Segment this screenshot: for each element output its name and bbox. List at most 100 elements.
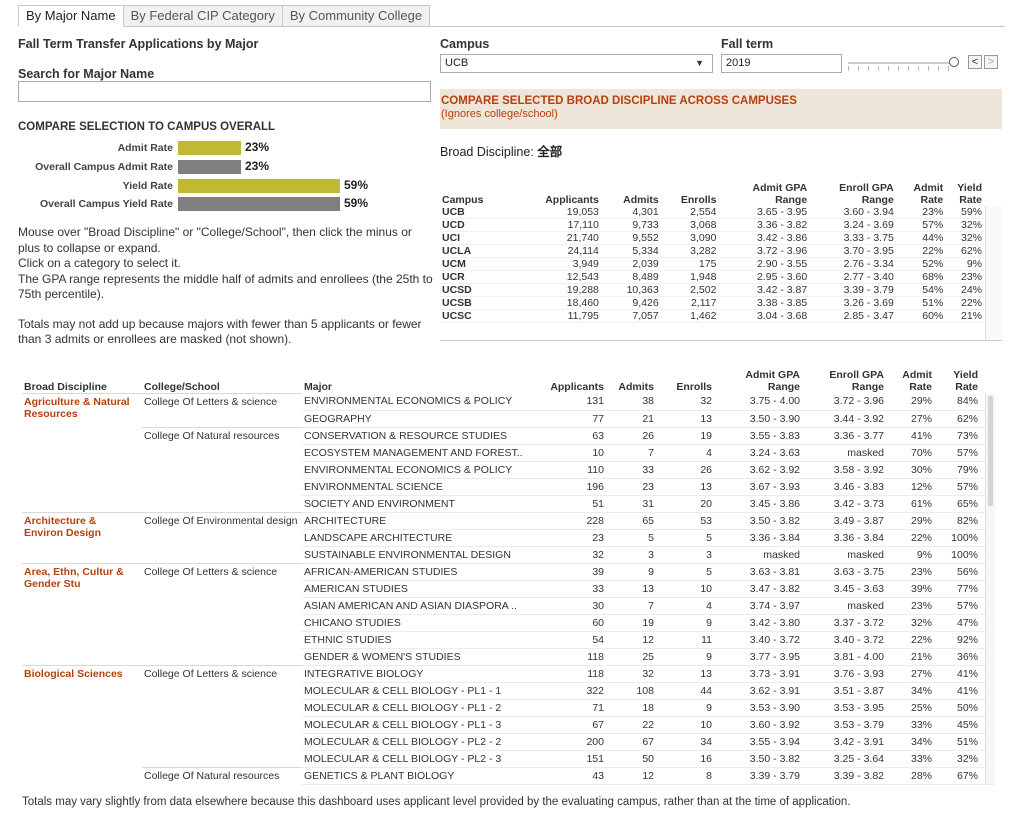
- broad-discipline-cell[interactable]: Area, Ethn, Cultur & Gender Stu: [22, 562, 142, 665]
- fall-term-value: 2019: [726, 57, 751, 69]
- cell-major: AFRICAN-AMERICAN STUDIES: [302, 563, 534, 581]
- campus-cell-enrolls: 2,554: [662, 206, 721, 219]
- cell-enroll-gpa: 3.44 - 3.92: [804, 410, 888, 428]
- table-row[interactable]: Area, Ethn, Cultur & Gender Stu College O…: [22, 562, 994, 665]
- campus-row[interactable]: UCR 12,543 8,489 1,948 2.95 - 3.60 2.77 - 3.4…: [440, 270, 1002, 284]
- cell-admits: 38: [608, 393, 658, 411]
- term-slider-track[interactable]: [848, 62, 954, 64]
- major-table-container: Broad Discipline College/School Major Ap…: [22, 366, 994, 785]
- campus-cell-admit-gpa: 2.90 - 3.55: [720, 257, 812, 271]
- next-term-button[interactable]: >: [984, 55, 998, 69]
- tab-by-major-name[interactable]: By Major Name: [18, 5, 124, 27]
- cell-admit-rate: 30%: [888, 461, 936, 479]
- cell-enroll-gpa: masked: [804, 444, 888, 462]
- campus-cell-enroll-gpa: 3.60 - 3.94: [811, 206, 898, 219]
- campus-cell-campus: UCM: [440, 257, 506, 271]
- campus-row[interactable]: UCD 17,110 9,733 3,068 3.36 - 3.82 3.24 - 3.6…: [440, 218, 1002, 232]
- campus-cell-enroll-gpa: 3.33 - 3.75: [811, 231, 898, 245]
- chevron-left-icon: <: [971, 56, 979, 68]
- broad-discipline-filter[interactable]: Broad Discipline: 全部: [440, 141, 562, 160]
- campus-cell-campus: UCSD: [440, 283, 506, 297]
- campus-row[interactable]: UCB 19,053 4,301 2,554 3.65 - 3.95 3.60 - 3.9…: [440, 206, 1002, 219]
- yield-rate-value: 59%: [344, 178, 369, 192]
- chevron-down-icon: ▼: [695, 58, 704, 68]
- prev-term-button[interactable]: <: [968, 55, 982, 69]
- campus-cell-applicants: 12,543: [505, 270, 603, 284]
- tab-by-community-college[interactable]: By Community College: [282, 5, 431, 27]
- campus-row[interactable]: UCI 21,740 9,552 3,090 3.42 - 3.86 3.33 - 3.7…: [440, 231, 1002, 245]
- college-school-cell[interactable]: College Of Environmental design: [142, 511, 302, 563]
- cell-admits: 108: [608, 682, 658, 700]
- campus-row[interactable]: UCSC 11,795 7,057 1,462 3.04 - 3.68 2.85 - 3.…: [440, 309, 1002, 323]
- note-mouse-over: Mouse over "Broad Discipline" or "Colleg…: [18, 225, 412, 255]
- cell-admit-rate: 29%: [888, 393, 936, 411]
- scrollbar-thumb[interactable]: [988, 396, 993, 506]
- cell-enrolls: 53: [658, 512, 716, 530]
- broad-discipline-cell[interactable]: Agriculture & Natural Resources: [22, 392, 142, 512]
- cell-enrolls: 13: [658, 665, 716, 683]
- cell-enroll-gpa: 3.58 - 3.92: [804, 461, 888, 479]
- broad-discipline-cell[interactable]: Architecture & Environ Design: [22, 511, 142, 563]
- major-table: Broad Discipline College/School Major Ap…: [22, 366, 994, 785]
- campus-table-scrollbar[interactable]: [985, 206, 1002, 340]
- table-row[interactable]: Agriculture & Natural Resources College O…: [22, 392, 994, 512]
- cell-applicants: 131: [534, 393, 608, 411]
- major-table-scrollbar[interactable]: [985, 394, 995, 784]
- table-row[interactable]: College Of Natural resources GENETICS & P…: [22, 766, 994, 785]
- cell-admits: 25: [608, 648, 658, 666]
- broad-discipline-cell[interactable]: Biological Sciences: [22, 664, 142, 784]
- cell-enrolls: 26: [658, 461, 716, 479]
- campus-cell-admit-gpa: 3.04 - 3.68: [720, 309, 812, 323]
- campus-cell-applicants: 11,795: [505, 309, 603, 323]
- cell-enrolls: 4: [658, 597, 716, 615]
- campus-cell-admit-gpa: 3.42 - 3.86: [720, 231, 812, 245]
- campus-row[interactable]: UCSD 19,288 10,363 2,502 3.42 - 3.87 3.39 - 3…: [440, 283, 1002, 297]
- campus-cell-admit-rate: 22%: [897, 244, 948, 258]
- cell-applicants: 30: [534, 597, 608, 615]
- campus-row[interactable]: UCLA 24,114 5,334 3,282 3.72 - 3.96 3.70 - 3.…: [440, 244, 1002, 258]
- compare-selection-title: COMPARE SELECTION TO CAMPUS OVERALL: [18, 121, 276, 133]
- cell-major: GEOGRAPHY: [302, 410, 534, 428]
- campus-cell-campus: UCSB: [440, 296, 506, 310]
- table-row[interactable]: College Of Natural resources CONSERVATION…: [22, 426, 994, 512]
- cell-admit-rate: 39%: [888, 580, 936, 598]
- college-school-cell[interactable]: College Of Letters & science: [142, 392, 302, 427]
- campus-select[interactable]: UCB ▼: [440, 54, 713, 73]
- college-school-cell[interactable]: College Of Natural resources: [142, 426, 302, 512]
- campus-cell-campus: UCSC: [440, 309, 506, 323]
- fall-term-field[interactable]: 2019: [721, 54, 842, 73]
- campus-cell-admits: 8,489: [602, 270, 663, 284]
- campus-cell-admit-gpa: 3.72 - 3.96: [720, 244, 812, 258]
- cell-admits: 7: [608, 597, 658, 615]
- table-row[interactable]: Biological Sciences College Of Letters & …: [22, 664, 994, 784]
- college-school-cell[interactable]: College Of Letters & science: [142, 664, 302, 767]
- campus-cell-campus: UCD: [440, 218, 506, 232]
- cell-enrolls: 32: [658, 393, 716, 411]
- table-row[interactable]: Architecture & Environ Design College Of …: [22, 511, 994, 563]
- term-slider-handle[interactable]: [949, 57, 959, 67]
- campus-row[interactable]: UCSB 18,460 9,426 2,117 3.38 - 3.85 3.26 - 3.…: [440, 296, 1002, 310]
- cell-major: ENVIRONMENTAL SCIENCE: [302, 478, 534, 496]
- cell-major: ECOSYSTEM MANAGEMENT AND FOREST..: [302, 444, 534, 462]
- admit-gpa-range-header: Admit GPA Range: [745, 369, 800, 393]
- cell-admits: 22: [608, 716, 658, 734]
- cell-admit-rate: 23%: [888, 563, 936, 581]
- campus-cell-enroll-gpa: 3.24 - 3.69: [811, 218, 898, 232]
- cell-enrolls: 13: [658, 410, 716, 428]
- college-school-cell[interactable]: College Of Letters & science: [142, 562, 302, 665]
- campus-cell-admit-gpa: 3.42 - 3.87: [720, 283, 812, 297]
- cell-major: ENVIRONMENTAL ECONOMICS & POLICY: [302, 461, 534, 479]
- college-school-cell[interactable]: College Of Natural resources: [142, 766, 302, 784]
- overall-admit-rate-bar: [178, 160, 241, 174]
- campus-row[interactable]: UCM 3,949 2,039 175 2.90 - 3.55 2.76 - 3.34 52…: [440, 257, 1002, 271]
- cell-enrolls: 10: [658, 580, 716, 598]
- cell-applicants: 200: [534, 733, 608, 751]
- tab-by-federal-cip-category[interactable]: By Federal CIP Category: [123, 5, 283, 27]
- cell-major: GENDER & WOMEN'S STUDIES: [302, 648, 534, 666]
- cell-admit-rate: 27%: [888, 410, 936, 428]
- search-input[interactable]: [18, 81, 431, 102]
- campus-cell-admits: 7,057: [602, 309, 663, 323]
- cell-admit-rate: 70%: [888, 444, 936, 462]
- campus-cell-admit-rate: 57%: [897, 218, 948, 232]
- fall-term-label: Fall term: [721, 37, 774, 51]
